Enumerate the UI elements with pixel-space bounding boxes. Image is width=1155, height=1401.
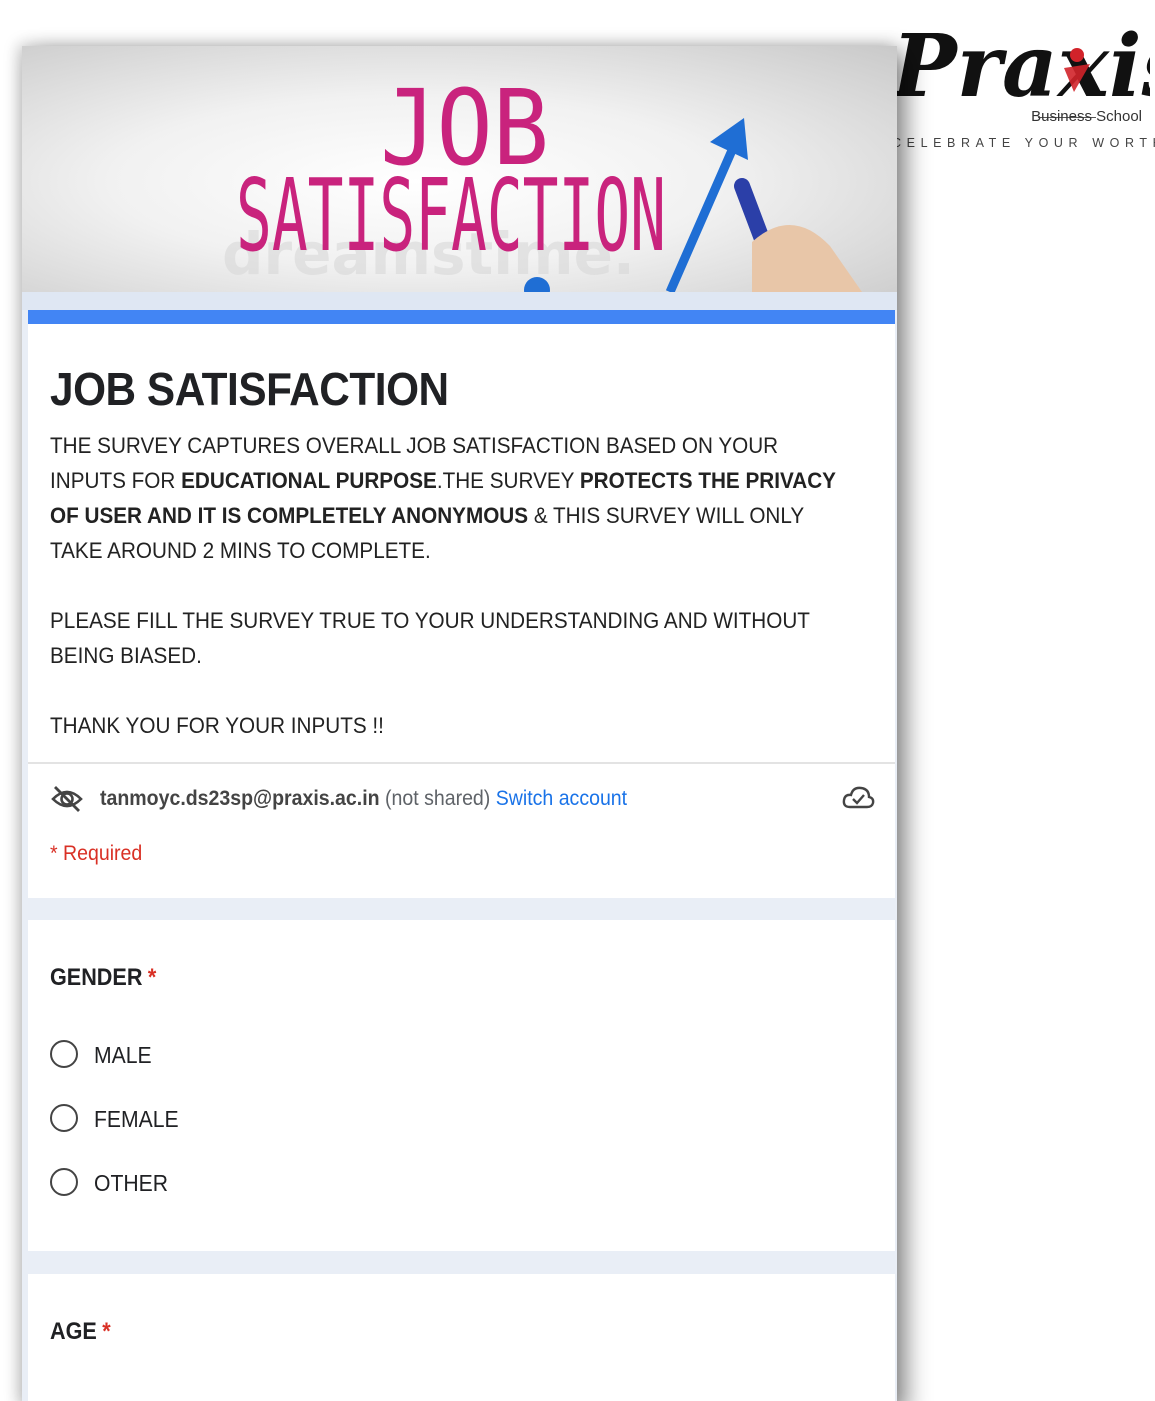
radio-option-male[interactable]: MALE xyxy=(50,1040,350,1074)
description-paragraph-3: THANK YOU FOR YOUR INPUTS !! xyxy=(50,713,384,738)
radio-option-other[interactable]: OTHER xyxy=(50,1168,350,1202)
radio-button[interactable] xyxy=(50,1104,78,1132)
form-title: JOB SATISFACTION xyxy=(50,363,449,415)
question-title-gender: GENDER * xyxy=(50,964,157,991)
header-banner-image: dreamstime. JOB SATISFACTION xyxy=(22,46,897,292)
banner-band xyxy=(22,292,897,310)
radio-label: FEMALE xyxy=(94,1106,179,1132)
banner-arrow-line xyxy=(665,130,745,292)
header-divider xyxy=(28,762,895,764)
radio-button[interactable] xyxy=(50,1168,78,1196)
required-asterisk: * xyxy=(102,1318,111,1345)
radio-label: MALE xyxy=(94,1042,152,1068)
praxis-logo: Praxis Business School CELEBRATE YOUR WO… xyxy=(888,4,1155,154)
radio-option-female[interactable]: FEMALE xyxy=(50,1104,350,1138)
question-card-age: AGE * xyxy=(28,1274,895,1401)
question-title-age: AGE * xyxy=(50,1318,111,1345)
required-asterisk: * xyxy=(147,964,157,991)
svg-text:Praxis: Praxis xyxy=(889,16,1150,112)
logo-subtitle: Business School xyxy=(1031,108,1142,125)
hand-icon xyxy=(752,224,862,292)
account-not-shared-note: (not shared) xyxy=(385,787,491,810)
description-paragraph-2: PLEASE FILL THE SURVEY TRUE TO YOUR UNDE… xyxy=(50,608,810,668)
description-paragraph-1: THE SURVEY CAPTURES OVERALL JOB SATISFAC… xyxy=(50,433,836,563)
question-card-gender: GENDER * MALE FEMALE OTHER xyxy=(28,920,895,1251)
switch-account-link[interactable]: Switch account xyxy=(496,787,627,810)
account-text: tanmoyc.ds23sp@praxis.ac.in (not shared)… xyxy=(100,787,627,811)
radio-label: OTHER xyxy=(94,1170,169,1196)
logo-tagline: CELEBRATE YOUR WORTH xyxy=(892,136,1155,150)
eye-off-icon xyxy=(51,786,83,812)
form-screenshot: dreamstime. JOB SATISFACTION JOB SATISFA… xyxy=(22,46,897,1401)
banner-word-satisfaction: SATISFACTION xyxy=(236,157,666,274)
radio-button[interactable] xyxy=(50,1040,78,1068)
account-email: tanmoyc.ds23sp@praxis.ac.in xyxy=(100,787,380,810)
logo-red-figure-icon xyxy=(1070,48,1084,62)
cloud-saved-icon xyxy=(842,786,875,809)
praxis-wordmark: Praxis xyxy=(889,16,1150,112)
required-note: * Required xyxy=(50,842,143,865)
form-header-card: JOB SATISFACTION THE SURVEY CAPTURES OVE… xyxy=(28,310,895,898)
account-row: tanmoyc.ds23sp@praxis.ac.in (not shared)… xyxy=(50,781,875,821)
form-description: THE SURVEY CAPTURES OVERALL JOB SATISFAC… xyxy=(50,428,860,778)
